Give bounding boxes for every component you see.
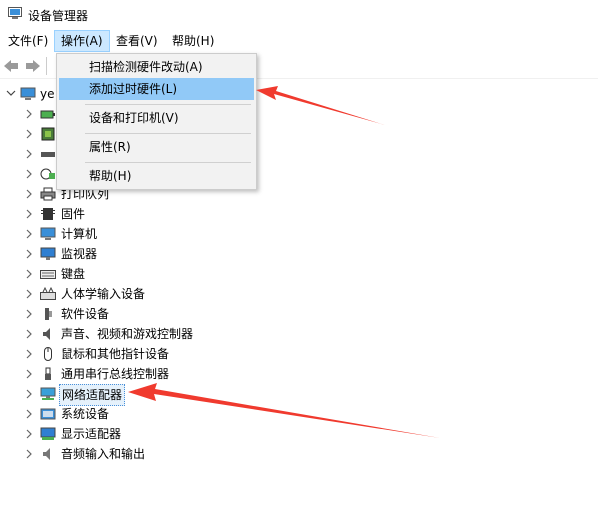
keyboard-icon [40, 270, 56, 279]
computer-icon [40, 227, 56, 240]
disk-drive-icon [41, 152, 55, 157]
software-device-icon [45, 308, 52, 320]
toolbar-divider [46, 57, 47, 75]
annotation-arrow-top [256, 86, 385, 125]
network-adapter-icon [40, 387, 56, 400]
menu-action[interactable]: 操作(A) [54, 30, 110, 52]
menu-view[interactable]: 查看(V) [110, 30, 164, 52]
menu-bar: 文件(F) 操作(A) 查看(V) 帮助(H) [0, 30, 598, 52]
audio-icon [43, 448, 50, 460]
system-device-icon [40, 408, 56, 420]
mouse-icon [44, 347, 52, 361]
menu-scan-hardware[interactable]: 扫描检测硬件改动(A) [59, 56, 254, 78]
tree-item-label: 网络适配器 [59, 384, 126, 406]
chevron-right-icon[interactable] [24, 304, 34, 324]
menu-separator [85, 104, 251, 105]
chevron-right-icon[interactable] [24, 444, 34, 464]
annotation-arrow-bottom [128, 383, 440, 438]
battery-icon [40, 110, 55, 119]
menu-help[interactable]: 帮助(H) [166, 30, 220, 52]
device-manager-icon [8, 7, 22, 19]
chevron-right-icon[interactable] [24, 344, 34, 364]
processor-icon [41, 127, 55, 141]
chevron-right-icon[interactable] [24, 284, 34, 304]
chevron-down-icon[interactable] [6, 84, 16, 104]
display-adapter-icon [40, 427, 56, 440]
chevron-right-icon[interactable] [24, 124, 34, 144]
chevron-right-icon[interactable] [24, 364, 34, 384]
chevron-right-icon[interactable] [24, 324, 34, 344]
computer-icon [20, 87, 36, 100]
usb-icon [45, 367, 51, 380]
window-title: 设备管理器 [28, 9, 89, 23]
monitor-icon [40, 247, 56, 260]
tree-item-label: 声音、视频和游戏控制器 [61, 327, 194, 341]
chevron-right-icon[interactable] [24, 184, 34, 204]
tree-item-label: 鼠标和其他指针设备 [61, 347, 170, 361]
back-arrow-icon[interactable] [2, 58, 20, 74]
menu-devices-printers[interactable]: 设备和打印机(V) [59, 107, 254, 129]
chevron-right-icon[interactable] [24, 264, 34, 284]
title-bar: 设备管理器 [0, 0, 598, 28]
menu-properties[interactable]: 属性(R) [59, 136, 254, 158]
chevron-right-icon[interactable] [24, 404, 34, 424]
chevron-right-icon[interactable] [24, 204, 34, 224]
menu-file[interactable]: 文件(F) [2, 30, 54, 52]
tree-item-label: 固件 [61, 207, 86, 221]
tree-root-label: ye [40, 87, 55, 101]
tree-item-label: 键盘 [61, 267, 86, 281]
tree-item-label: 显示适配器 [61, 427, 122, 441]
speaker-icon [43, 328, 50, 340]
storage-controller-icon [40, 168, 55, 180]
chevron-right-icon[interactable] [24, 164, 34, 184]
chevron-right-icon[interactable] [24, 244, 34, 264]
menu-help-item[interactable]: 帮助(H) [59, 165, 254, 187]
chevron-right-icon[interactable] [24, 224, 34, 244]
printer-icon [40, 187, 56, 201]
tree-item-label: 音频输入和输出 [61, 447, 146, 461]
action-dropdown-menu: 扫描检测硬件改动(A) 添加过时硬件(L) 设备和打印机(V) 属性(R) 帮助… [56, 53, 257, 190]
chevron-right-icon[interactable] [24, 384, 34, 404]
chevron-right-icon[interactable] [24, 104, 34, 124]
menu-add-legacy-hardware[interactable]: 添加过时硬件(L) [59, 78, 254, 100]
chevron-right-icon[interactable] [24, 144, 34, 164]
tree-item-label: 计算机 [61, 227, 98, 241]
tree-item-label: 软件设备 [61, 307, 110, 321]
forward-arrow-icon[interactable] [24, 58, 42, 74]
tree-item-label: 监视器 [61, 247, 98, 261]
hid-device-icon [40, 287, 56, 300]
tree-item-label: 系统设备 [61, 407, 110, 421]
menu-separator [85, 133, 251, 134]
chevron-right-icon[interactable] [24, 424, 34, 444]
firmware-chip-icon [41, 208, 55, 220]
tree-item-label: 人体学输入设备 [61, 287, 146, 301]
menu-separator [85, 162, 251, 163]
